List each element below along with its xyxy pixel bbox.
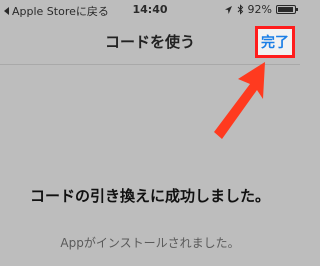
location-arrow-icon	[224, 5, 232, 14]
red-arrow-annotation	[214, 62, 265, 139]
battery-fill	[278, 7, 293, 12]
bluetooth-icon	[237, 4, 243, 15]
status-right-group: 92%	[224, 3, 298, 16]
navigation-bar: コードを使う 完了	[0, 20, 300, 65]
success-title: コードの引き換えに成功しました。	[29, 187, 270, 205]
battery-percent: 92%	[247, 3, 272, 16]
status-bar: Apple Storeに戻る 14:40 92%	[0, 0, 300, 20]
done-button-label: 完了	[261, 35, 289, 51]
success-subtitle: Appがインストールされました。	[60, 236, 240, 250]
done-button[interactable]: 完了	[255, 26, 295, 58]
battery-icon	[276, 5, 298, 14]
